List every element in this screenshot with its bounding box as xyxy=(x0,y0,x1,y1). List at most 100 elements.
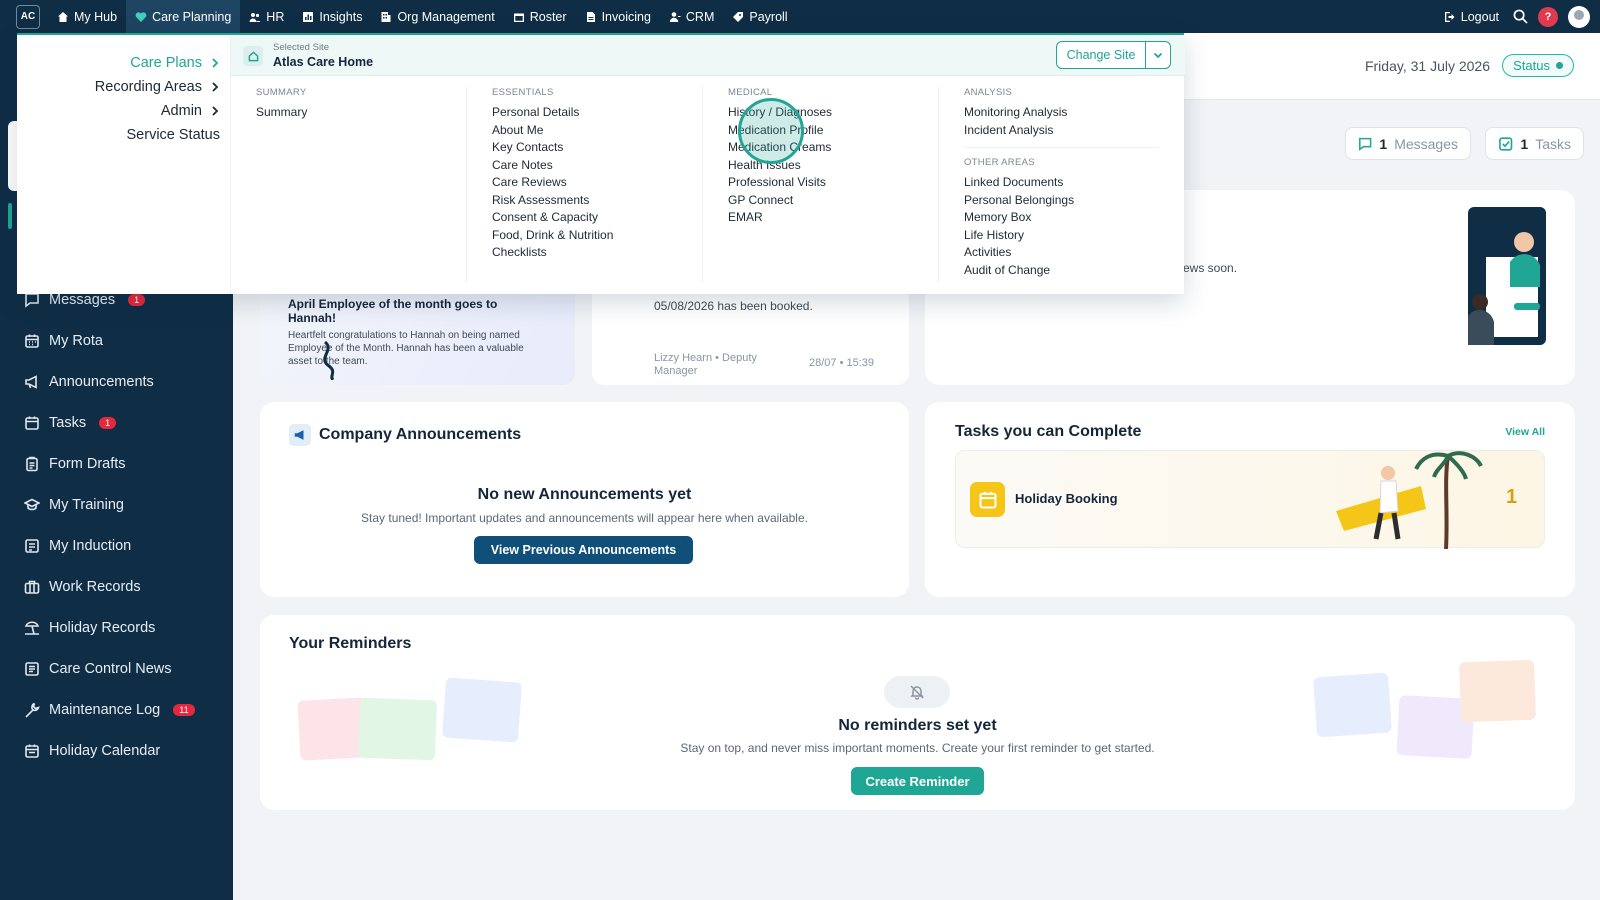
nav-my-hub[interactable]: My Hub xyxy=(48,0,126,33)
beach-icon xyxy=(24,621,40,635)
news-card[interactable]: April Employee of the month goes to Hann… xyxy=(260,285,575,385)
sidebar-item-my-rota[interactable]: My Rota xyxy=(24,330,103,352)
messages-badge: 1 xyxy=(128,294,146,306)
nav-right-actions: Logout ? xyxy=(1440,0,1590,33)
news-icon xyxy=(25,662,39,676)
holiday-booking-task[interactable]: Holiday Booking 1 xyxy=(955,450,1545,549)
menu-link-care-reviews[interactable]: Care Reviews xyxy=(492,174,613,192)
dropdown-menu-panel: Selected Site Atlas Care Home Change Sit… xyxy=(230,35,1185,294)
help-button[interactable]: ? xyxy=(1538,6,1558,27)
category-label: Care Plans xyxy=(130,55,202,71)
menu-link-audit-of-change[interactable]: Audit of Change xyxy=(964,262,1159,280)
sidebar-item-work-records[interactable]: Work Records xyxy=(24,576,141,598)
menu-link-consent-capacity[interactable]: Consent & Capacity xyxy=(492,209,613,227)
menu-link-key-contacts[interactable]: Key Contacts xyxy=(492,139,613,157)
menu-link-life-history[interactable]: Life History xyxy=(964,227,1159,245)
category-service-status[interactable]: Service Status xyxy=(127,127,221,143)
nav-care-planning[interactable]: Care Planning xyxy=(126,0,241,33)
menu-link-personal-details[interactable]: Personal Details xyxy=(492,104,613,122)
menu-link-memory-box[interactable]: Memory Box xyxy=(964,209,1159,227)
menu-link-linked-documents[interactable]: Linked Documents xyxy=(964,174,1159,192)
create-reminder-button[interactable]: Create Reminder xyxy=(851,767,984,795)
sidebar-item-care-control-news[interactable]: Care Control News xyxy=(24,658,172,680)
nav-label: CRM xyxy=(685,9,715,24)
category-label: Recording Areas xyxy=(94,79,202,95)
sidebar-item-label: Messages xyxy=(49,292,116,308)
tasks-quick-button[interactable]: 1 Tasks xyxy=(1485,127,1584,160)
sidebar-item-holiday-records[interactable]: Holiday Records xyxy=(24,617,155,639)
care-planning-dropdown: Care Plans Recording Areas Admin Service… xyxy=(17,33,1185,294)
nav-hr[interactable]: HR xyxy=(240,0,293,33)
column-heading: MEDICAL xyxy=(728,87,773,98)
announcements-card: Company Announcements No new Announcemen… xyxy=(260,402,909,597)
sidebar-item-label: Care Control News xyxy=(49,661,172,677)
menu-link-incident-analysis[interactable]: Incident Analysis xyxy=(964,122,1159,140)
nav-crm[interactable]: CRM xyxy=(660,0,723,33)
active-indicator xyxy=(8,203,12,229)
menu-column-analysis: ANALYSIS Monitoring Analysis Incident An… xyxy=(964,87,1159,279)
nav-payroll[interactable]: Payroll xyxy=(723,0,796,33)
app-logo[interactable]: AC xyxy=(16,4,40,29)
category-recording-areas[interactable]: Recording Areas xyxy=(95,79,220,95)
column-divider xyxy=(466,87,467,282)
ribbon-decoration xyxy=(323,340,335,380)
tag-icon xyxy=(733,11,744,22)
nav-roster[interactable]: Roster xyxy=(504,0,576,33)
nav-org-management[interactable]: Org Management xyxy=(371,0,503,33)
menu-link-risk-assessments[interactable]: Risk Assessments xyxy=(492,192,613,210)
nav-label: HR xyxy=(266,9,285,24)
heart-icon xyxy=(135,11,147,22)
maintenance-badge: 11 xyxy=(173,704,195,716)
menu-link-personal-belongings[interactable]: Personal Belongings xyxy=(964,192,1159,210)
menu-link-care-notes[interactable]: Care Notes xyxy=(492,157,613,175)
megaphone-icon xyxy=(25,375,37,389)
avatar[interactable] xyxy=(1568,5,1590,28)
selected-site-bar: Selected Site Atlas Care Home Change Sit… xyxy=(231,35,1185,76)
view-previous-announcements-button[interactable]: View Previous Announcements xyxy=(474,536,693,564)
category-admin[interactable]: Admin xyxy=(161,103,220,119)
change-site-button[interactable]: Change Site xyxy=(1056,41,1171,69)
menu-link-professional-visits[interactable]: Professional Visits xyxy=(728,174,832,192)
chart-icon xyxy=(303,11,314,22)
sidebar-item-my-training[interactable]: My Training xyxy=(24,494,124,516)
search-icon[interactable] xyxy=(1513,9,1528,24)
chevron-down-icon[interactable] xyxy=(1146,42,1170,68)
calendar-icon xyxy=(513,13,524,22)
group-divider xyxy=(964,147,1159,148)
selected-site-name: Atlas Care Home xyxy=(273,55,374,69)
sidebar-item-announcements[interactable]: Announcements xyxy=(24,371,154,393)
chat-icon xyxy=(25,293,39,308)
logout-label: Logout xyxy=(1460,9,1499,24)
logout-button[interactable]: Logout xyxy=(1440,0,1503,33)
sidebar-item-holiday-calendar[interactable]: Holiday Calendar xyxy=(24,740,160,762)
sidebar-item-my-induction[interactable]: My Induction xyxy=(24,535,131,557)
category-care-plans[interactable]: Care Plans xyxy=(130,55,220,71)
menu-link-emar[interactable]: EMAR xyxy=(728,209,832,227)
message-preview-card[interactable]: 05/08/2026 has been booked. Lizzy Hearn … xyxy=(592,285,909,385)
nav-insights[interactable]: Insights xyxy=(293,0,371,33)
menu-link-activities[interactable]: Activities xyxy=(964,244,1159,262)
sidebar-item-tasks[interactable]: Tasks 1 xyxy=(24,412,117,434)
column-divider xyxy=(938,87,939,282)
reminders-card: Your Reminders No reminders set yet Stay… xyxy=(260,615,1575,810)
view-all-link[interactable]: View All xyxy=(1505,426,1545,438)
chat-icon xyxy=(1359,137,1372,151)
sidebar-item-form-drafts[interactable]: Form Drafts xyxy=(24,453,126,475)
messages-quick-button[interactable]: 1 Messages xyxy=(1345,127,1471,160)
menu-link-about-me[interactable]: About Me xyxy=(492,122,613,140)
menu-link-food-drink-nutrition[interactable]: Food, Drink & Nutrition xyxy=(492,227,613,245)
status-button[interactable]: Status xyxy=(1502,54,1574,77)
calendar-icon xyxy=(970,482,1005,517)
holiday-booking-label: Holiday Booking xyxy=(1015,491,1118,506)
nav-invoicing[interactable]: Invoicing xyxy=(576,0,660,33)
column-heading: OTHER AREAS xyxy=(964,157,1035,168)
change-site-label: Change Site xyxy=(1057,42,1146,68)
menu-link-monitoring-analysis[interactable]: Monitoring Analysis xyxy=(964,104,1159,122)
news-soon-text: ews soon. xyxy=(1183,261,1238,275)
menu-link-summary[interactable]: Summary xyxy=(256,104,307,122)
menu-link-gp-connect[interactable]: GP Connect xyxy=(728,192,832,210)
home-icon xyxy=(243,46,263,66)
sidebar-item-maintenance-log[interactable]: Maintenance Log 11 xyxy=(24,699,195,721)
message-time: 28/07 • 15:39 xyxy=(809,357,875,369)
menu-link-checklists[interactable]: Checklists xyxy=(492,244,613,262)
